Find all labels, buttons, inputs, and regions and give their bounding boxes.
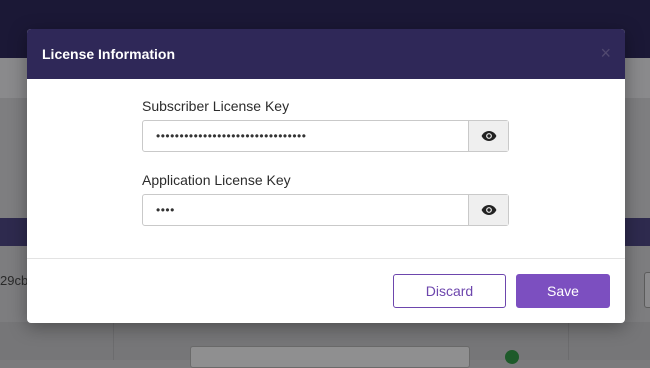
modal-body: Subscriber License Key •••••••••••••••••… — [27, 79, 625, 258]
application-license-key-label: Application License Key — [142, 172, 291, 188]
subscriber-license-key-label: Subscriber License Key — [142, 98, 290, 114]
application-license-key-input[interactable]: •••• — [143, 195, 468, 225]
app-column-divider — [568, 322, 569, 360]
discard-button[interactable]: Discard — [393, 274, 506, 308]
modal-footer: Discard Save — [27, 258, 625, 323]
application-license-key-field: •••• — [142, 194, 509, 226]
subscriber-license-key-input[interactable]: •••••••••••••••••••••••••••••••• — [143, 121, 468, 151]
app-row-text: 29cb — [0, 273, 29, 288]
modal-title: License Information — [42, 46, 176, 62]
eye-icon — [481, 131, 496, 141]
info-icon — [505, 350, 519, 364]
license-modal: License Information × Subscriber License… — [27, 29, 625, 323]
save-button[interactable]: Save — [516, 274, 610, 308]
subscriber-license-key-field: •••••••••••••••••••••••••••••••• — [142, 120, 509, 152]
close-icon[interactable]: × — [600, 43, 611, 63]
app-side-control — [644, 272, 650, 308]
modal-header: License Information × — [27, 29, 625, 79]
app-column-divider — [113, 322, 114, 360]
toggle-visibility-button[interactable] — [468, 121, 508, 151]
toggle-visibility-button[interactable] — [468, 195, 508, 225]
app-input-box — [190, 346, 470, 368]
eye-icon — [481, 205, 496, 215]
